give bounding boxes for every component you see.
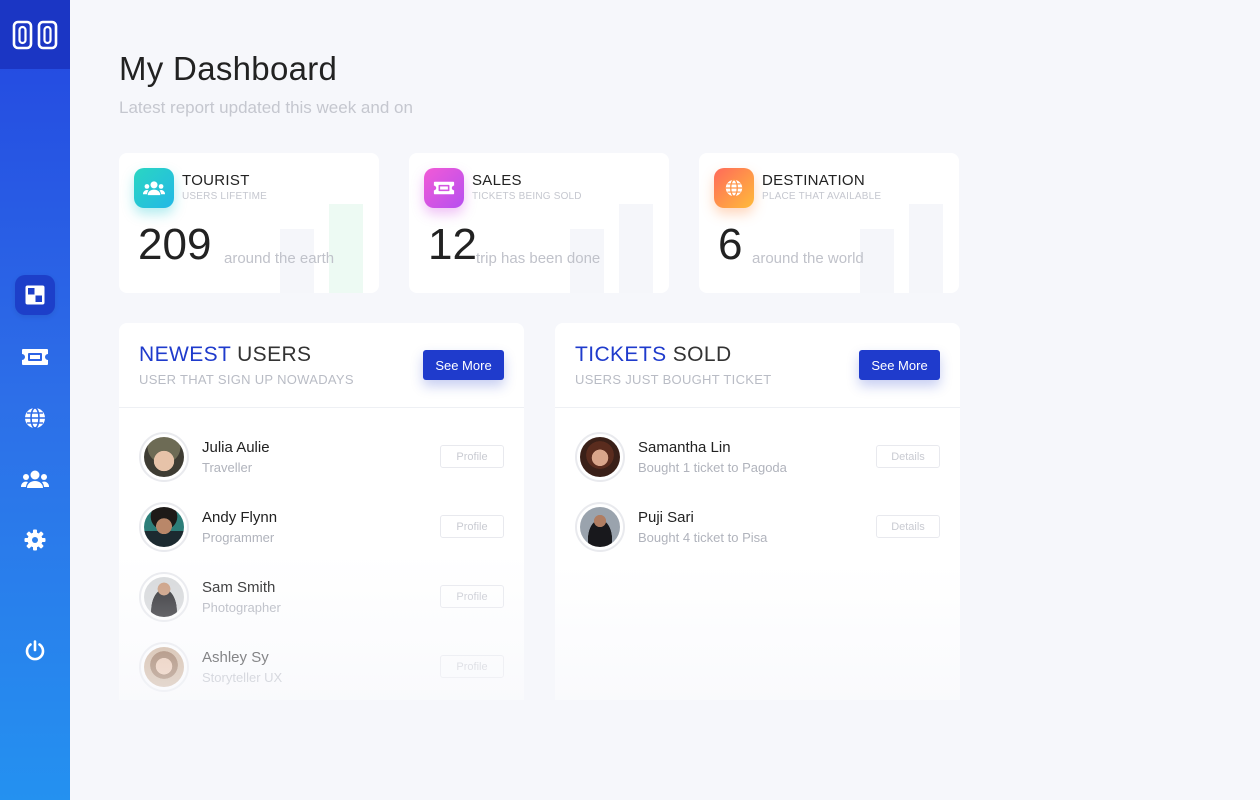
panel-title: TICKETS SOLD [575,343,732,367]
user-role: Traveller [202,460,253,475]
ticket-icon [22,349,48,365]
avatar [139,572,189,622]
panel-subtitle: USERS JUST BOUGHT TICKET [575,372,772,387]
stat-subtitle: USERS LIFETIME [182,191,268,202]
user-row: Sam Smith Photographer Profile [119,560,524,630]
user-row: Andy Flynn Programmer Profile [119,490,524,560]
app-logo[interactable] [0,0,70,69]
see-more-users-button[interactable]: See More [423,350,504,380]
user-role: Storyteller UX [202,670,283,685]
avatar [139,432,189,482]
details-button[interactable]: Details [876,515,940,538]
stat-name: TOURIST [182,172,250,189]
ticket-row: Samantha Lin Bought 1 ticket to Pagoda D… [555,420,960,490]
user-row: Ashley Sy Storyteller UX Profile [119,630,524,700]
profile-button[interactable]: Profile [440,445,504,468]
user-role: Photographer [202,600,281,615]
page-title: My Dashboard [119,50,338,87]
stat-caption: around the world [752,250,864,267]
stat-subtitle: PLACE THAT AVAILABLE [762,191,882,202]
user-role: Programmer [202,530,275,545]
stat-bar [860,229,894,293]
nav-users[interactable] [15,459,55,499]
panel-subtitle: USER THAT SIGN UP NOWADAYS [139,372,354,387]
stat-bar [909,204,943,293]
stat-value: 12 [428,220,477,269]
users-icon [21,470,49,488]
buyer-name: Samantha Lin [638,439,731,456]
stat-value: 6 [718,220,743,269]
profile-button[interactable]: Profile [440,515,504,538]
nav-destinations[interactable] [15,398,55,438]
stat-subtitle: TICKETS BEING SOLD [472,191,582,202]
globe-icon [25,407,45,429]
panel-header: TICKETS SOLD USERS JUST BOUGHT TICKET Se… [555,323,960,408]
stat-caption: trip has been done [476,250,601,267]
user-name: Ashley Sy [202,649,269,666]
nav-logout[interactable] [15,631,55,671]
page-subtitle: Latest report updated this week and on [119,98,413,117]
stat-name: DESTINATION [762,172,866,189]
stat-card-sales: SALES TICKETS BEING SOLD 12 trip has bee… [409,153,669,293]
newest-users-panel: NEWEST USERS USER THAT SIGN UP NOWADAYS … [119,323,524,700]
purchase-info: Bought 4 ticket to Pisa [638,530,768,545]
user-name: Andy Flynn [202,509,278,526]
globe-icon [714,168,754,208]
stat-bar [329,204,363,293]
stat-card-tourist: TOURIST USERS LIFETIME 209 around the ea… [119,153,379,293]
avatar [139,642,189,692]
user-row: Julia Aulie Traveller Profile [119,420,524,490]
users-icon [134,168,174,208]
nav-tickets[interactable] [15,337,55,377]
see-more-tickets-button[interactable]: See More [859,350,940,380]
nav-settings[interactable] [15,520,55,560]
panel-title-highlight: TICKETS [575,343,667,366]
stat-name: SALES [472,172,522,189]
details-button[interactable]: Details [876,445,940,468]
user-name: Julia Aulie [202,439,270,456]
stat-card-destination: DESTINATION PLACE THAT AVAILABLE 6 aroun… [699,153,959,293]
gear-icon [24,529,46,551]
avatar [575,432,625,482]
panel-title-rest: USERS [237,343,312,366]
panel-fade [555,563,960,700]
stat-bar [619,204,653,293]
power-icon [25,640,45,661]
panel-header: NEWEST USERS USER THAT SIGN UP NOWADAYS … [119,323,524,408]
avatar [575,502,625,552]
dashboard-icon [25,285,45,305]
purchase-info: Bought 1 ticket to Pagoda [638,460,787,475]
ticket-icon [424,168,464,208]
nav-dashboard[interactable] [15,275,55,315]
profile-button[interactable]: Profile [440,655,504,678]
user-name: Sam Smith [202,579,276,596]
avatar [139,502,189,552]
stat-value: 209 [138,220,212,269]
panel-title-highlight: NEWEST [139,343,231,366]
ticket-row: Puji Sari Bought 4 ticket to Pisa Detail… [555,490,960,560]
panel-title-rest: SOLD [672,343,732,366]
tickets-sold-panel: TICKETS SOLD USERS JUST BOUGHT TICKET Se… [555,323,960,700]
buyer-name: Puji Sari [638,509,694,526]
panel-title: NEWEST USERS [139,343,311,367]
sidebar [0,0,70,800]
stat-caption: around the earth [224,250,335,267]
profile-button[interactable]: Profile [440,585,504,608]
logo-mark-icon [12,20,58,49]
